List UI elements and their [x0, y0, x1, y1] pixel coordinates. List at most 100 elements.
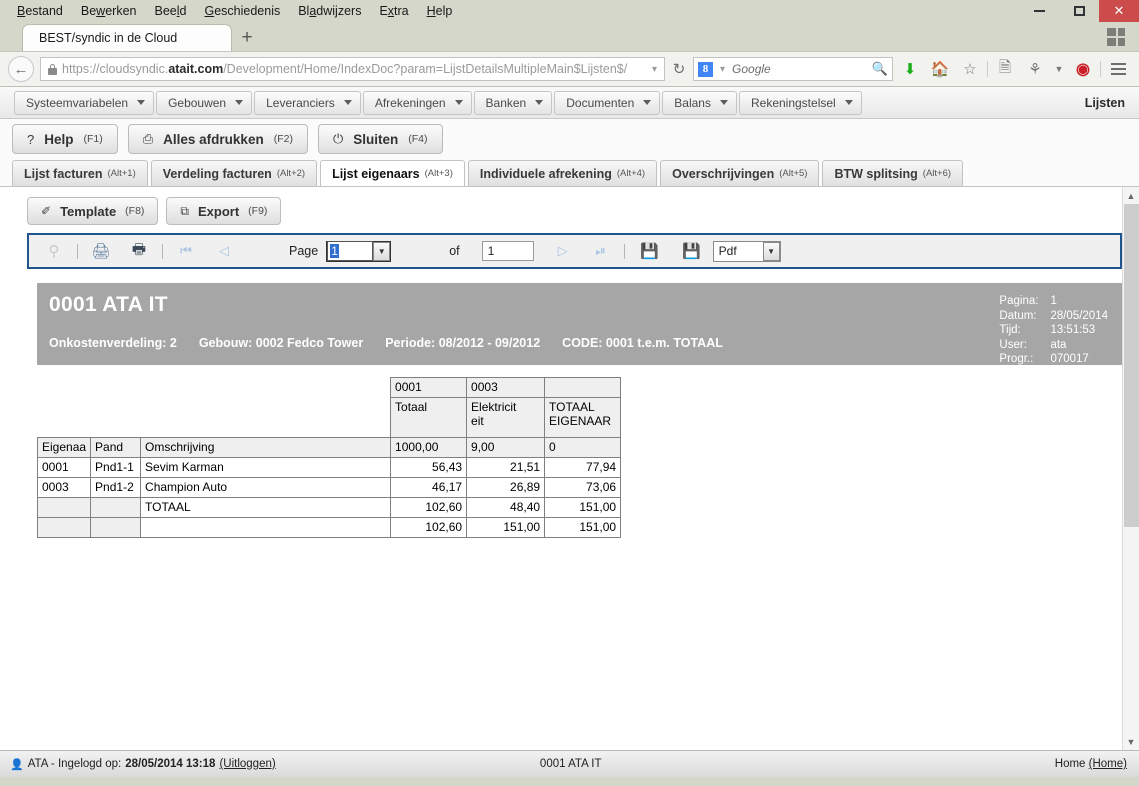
export-format-value: Pdf — [718, 244, 737, 258]
tab-individuele-afrekening[interactable]: Individuele afrekening (Alt+4) — [467, 160, 658, 186]
appmenu-rekeningstelsel[interactable]: Rekeningstelsel — [738, 90, 862, 115]
new-tab-button[interactable]: + — [232, 24, 262, 51]
header-value-1: 1000,00 — [390, 437, 468, 458]
menu-help[interactable]: Help — [418, 2, 462, 20]
chevron-down-icon — [719, 100, 728, 105]
help-button[interactable]: ? Help (F1) — [12, 124, 118, 154]
menu-hamburger-button[interactable] — [1105, 56, 1131, 82]
apps-grid-icon[interactable] — [1107, 28, 1127, 46]
print-icon[interactable]: 🖨 — [82, 242, 120, 260]
home-icon[interactable]: 🏠 — [927, 56, 953, 82]
export-format-dropdown-icon[interactable]: ▼ — [762, 241, 780, 261]
prev-page-icon[interactable]: ◁ — [205, 243, 243, 259]
tab-label: Overschrijvingen — [672, 166, 775, 181]
menu-bewerken[interactable]: Bewerken — [72, 2, 146, 20]
downloads-icon[interactable]: ⬇ — [897, 56, 923, 82]
close-button[interactable]: ✕ — [1099, 0, 1139, 22]
search-icon: 🔍 — [871, 61, 888, 76]
tab-lijst-facturen[interactable]: Lijst facturen (Alt+1) — [12, 160, 148, 186]
appmenu-gebouwen[interactable]: Gebouwen — [156, 90, 253, 115]
window-bottom-edge — [0, 777, 1139, 786]
export-button[interactable]: ⧉ Export (F9) — [166, 197, 282, 225]
last-page-icon[interactable]: ⏯ — [582, 243, 620, 259]
appmenu-banken[interactable]: Banken — [473, 90, 553, 115]
col-name-totaal-eigenaar: TOTAAL EIGENAAR — [544, 397, 622, 438]
library-icon[interactable]: 🗎 — [992, 56, 1018, 82]
print-all-button[interactable]: ⎙ Alles afdrukken (F2) — [127, 124, 308, 154]
appmenu-label: Gebouwen — [168, 95, 227, 110]
meta-value-tijd: 13:51:53 — [1050, 324, 1096, 336]
browser-tab-label: BEST/syndic in de Cloud — [39, 31, 178, 45]
meta-value-datum: 28/05/2014 — [1050, 309, 1108, 322]
chevron-down-icon — [844, 100, 853, 105]
page-label: Page — [289, 244, 319, 258]
extension-dropdown-icon[interactable]: ▼ — [1052, 56, 1066, 82]
header-eigenaar: Eigenaa — [36, 437, 92, 458]
close-app-button[interactable]: ⏻ Sluiten (F4) — [317, 124, 443, 154]
total-pages-input[interactable]: 1 — [481, 241, 534, 261]
power-icon: ⏻ — [332, 131, 344, 146]
tab-overschrijvingen[interactable]: Overschrijvingen (Alt+5) — [660, 160, 820, 186]
scrollbar-thumb[interactable] — [1123, 204, 1139, 527]
browser-window: BBestandestand Bewerken Beeld Geschieden… — [0, 0, 1139, 786]
template-button-label: Template — [60, 203, 117, 219]
menu-bladwijzers[interactable]: Bladwijzers — [289, 2, 370, 20]
template-button[interactable]: ✐ Template (F8) — [27, 197, 159, 225]
export-button-key: (F9) — [248, 205, 268, 217]
tab-btw-splitsing[interactable]: BTW splitsing (Alt+6) — [822, 160, 964, 186]
report-meta: Pagina: 1 Datum: 28/05/2014 Tijd: 13:51:53 … — [999, 293, 1108, 365]
menu-bestand[interactable]: BBestandestand — [8, 2, 72, 20]
help-button-key: (F1) — [83, 133, 103, 145]
print-current-page-icon[interactable]: 🖶 — [120, 239, 158, 264]
menu-beeld[interactable]: Beeld — [145, 2, 195, 20]
search-bar[interactable]: 8 ▾ Google 🔍 — [693, 57, 893, 81]
report-header-left: 0001 ATA IT Onkostenverdeling: 2 Gebouw:… — [49, 293, 723, 356]
tab-lijst-eigenaars[interactable]: Lijst eigenaars (Alt+3) — [320, 160, 465, 186]
browser-tab[interactable]: BEST/syndic in de Cloud — [22, 24, 232, 51]
pinterest-icon[interactable]: ◉ — [1070, 56, 1096, 82]
appmenu-label: Systeemvariabelen — [26, 95, 129, 110]
search-input[interactable]: Google — [732, 62, 868, 76]
appmenu-label: Banken — [485, 95, 527, 110]
next-page-icon[interactable]: ▷ — [544, 243, 582, 259]
tab-label: Individuele afrekening — [479, 166, 612, 181]
page-number-combo[interactable]: 1 ▼ — [326, 240, 392, 262]
appmenu-documenten[interactable]: Documenten — [554, 90, 661, 115]
scrollbar-track[interactable] — [1123, 204, 1139, 733]
appmenu-leveranciers[interactable]: Leveranciers — [254, 90, 361, 115]
save-as-icon[interactable]: 💾 — [671, 242, 713, 260]
scroll-up-icon[interactable]: ▲ — [1123, 187, 1139, 204]
url-dropdown-icon[interactable]: ▾ — [649, 64, 660, 75]
appmenu-afrekeningen[interactable]: Afrekeningen — [362, 90, 472, 115]
maximize-button[interactable] — [1059, 0, 1099, 22]
browser-navbar: ← https://cloudsyndic.atait.com/Developm… — [0, 51, 1139, 87]
status-home: Home (Home) — [1055, 758, 1127, 770]
logout-link[interactable]: (Uitloggen) — [219, 758, 275, 770]
vertical-scrollbar[interactable]: ▲ ▼ — [1122, 187, 1139, 750]
minimize-button[interactable] — [1019, 0, 1059, 22]
scroll-down-icon[interactable]: ▼ — [1123, 733, 1139, 750]
status-context: 0001 ATA IT — [539, 758, 602, 770]
first-page-icon[interactable]: ⏮ — [167, 243, 205, 259]
home-link[interactable]: (Home) — [1089, 758, 1127, 770]
export-format-select[interactable]: Pdf ▼ — [712, 240, 781, 262]
search-engine-dropdown-icon[interactable]: ▾ — [717, 64, 728, 75]
status-login-text: ATA - Ingelogd op: — [27, 758, 122, 770]
bookmark-star-icon[interactable]: ☆ — [957, 56, 983, 82]
page-number-input[interactable]: 1 — [327, 241, 374, 261]
back-button[interactable]: ← — [8, 56, 34, 82]
menu-extra[interactable]: Extra — [370, 2, 417, 20]
table-row-names: Totaal Elektricit eit TOTAAL EIGENAAR — [38, 397, 622, 438]
save-icon[interactable]: 💾 — [629, 242, 671, 260]
reload-button[interactable]: ↻ — [669, 60, 689, 78]
tab-verdeling-facturen[interactable]: Verdeling facturen (Alt+2) — [150, 160, 318, 186]
menu-geschiedenis[interactable]: Geschiedenis — [195, 2, 289, 20]
table-header-row: Eigenaa Pand Omschrijving 1000,00 9,00 0 — [36, 437, 622, 458]
appmenu-label: Documenten — [566, 95, 635, 110]
report-subtitle: Onkostenverdeling: 2 Gebouw: 0002 Fedco … — [49, 336, 723, 350]
appmenu-systeemvariabelen[interactable]: Systeemvariabelen — [14, 90, 155, 115]
appmenu-balans[interactable]: Balans — [662, 90, 737, 115]
address-bar[interactable]: https://cloudsyndic.atait.com/Developmen… — [40, 57, 665, 81]
page-dropdown-icon[interactable]: ▼ — [373, 241, 391, 261]
extension-icon[interactable]: ⚘ — [1022, 56, 1048, 82]
